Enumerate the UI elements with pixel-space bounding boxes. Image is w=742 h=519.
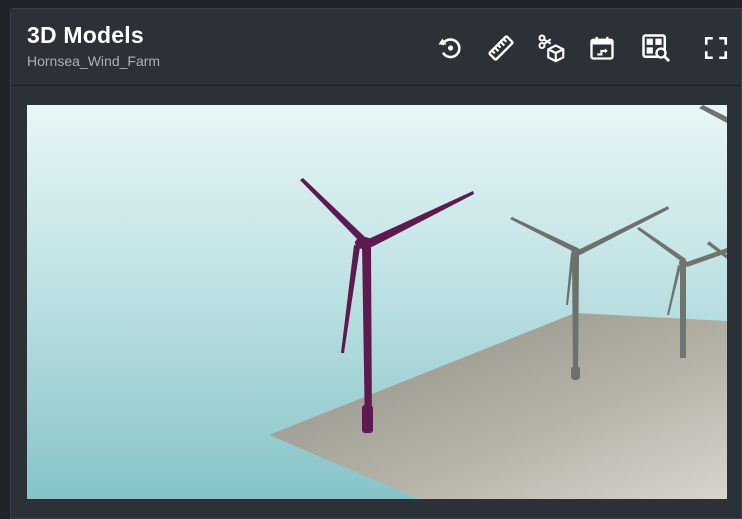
calendar-button[interactable] <box>585 31 619 65</box>
ruler-icon <box>488 35 514 61</box>
calendar-icon <box>590 36 614 60</box>
panel-header: 3D Models Hornsea_Wind_Farm <box>11 9 741 86</box>
inspect-button[interactable] <box>639 31 673 65</box>
3d-models-panel: 3D Models Hornsea_Wind_Farm <box>10 8 742 519</box>
panel-title: 3D Models <box>27 22 144 48</box>
fullscreen-icon <box>704 36 728 60</box>
reset-view-button[interactable] <box>433 31 467 65</box>
grid-search-icon <box>642 34 671 63</box>
clip-model-button[interactable] <box>535 31 569 65</box>
fullscreen-button[interactable] <box>699 31 733 65</box>
3d-viewport[interactable] <box>27 105 727 499</box>
scissors-cube-icon <box>538 34 565 63</box>
reset-rotate-icon <box>438 38 461 59</box>
wind-farm-scene <box>27 105 727 499</box>
measure-button[interactable] <box>484 31 518 65</box>
model-name: Hornsea_Wind_Farm <box>27 53 161 69</box>
